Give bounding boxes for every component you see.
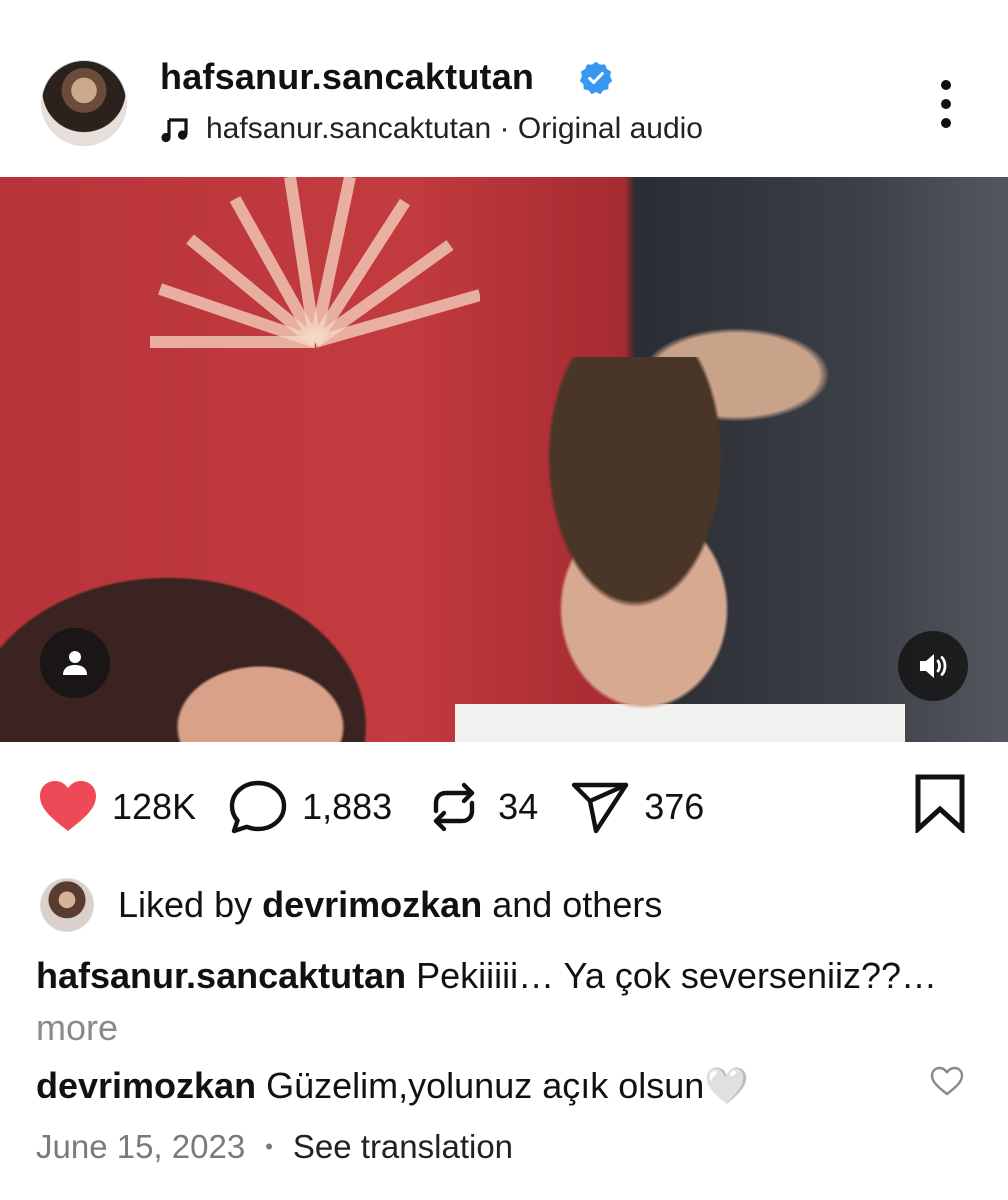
more-options-button[interactable] [930, 80, 962, 130]
more-vertical-icon [941, 80, 951, 90]
caption-text: Pekiiiii… Ya çok severseniiz??… [416, 955, 938, 996]
audio-row[interactable]: hafsanur.sancaktutan · Original audio [160, 112, 703, 146]
caption-username[interactable]: hafsanur.sancaktutan [36, 955, 406, 996]
paper-plane-icon [572, 782, 629, 834]
liked-by-prefix: Liked by [118, 884, 253, 925]
comment-text: Güzelim,yolunuz açık olsun🤍 [266, 1065, 750, 1106]
comment-like-icon[interactable] [929, 1063, 965, 1099]
tagged-users-button[interactable] [40, 628, 110, 698]
liked-by-user[interactable]: devrimozkan [262, 884, 482, 926]
repost-icon [433, 782, 475, 832]
sound-toggle-button[interactable] [898, 631, 968, 701]
post-username[interactable]: hafsanur.sancaktutan [160, 56, 534, 98]
post-meta: June 15, 2023 • See translation [36, 1128, 513, 1166]
post-caption: hafsanur.sancaktutan Pekiiiii… Ya çok se… [36, 950, 996, 1054]
person-icon [63, 651, 87, 675]
verified-badge-icon [579, 61, 613, 95]
sunburst-decoration [150, 177, 480, 348]
comments-count[interactable]: 1,883 [302, 786, 392, 828]
likes-count[interactable]: 128K [112, 786, 196, 828]
post-date: June 15, 2023 [36, 1128, 246, 1165]
liked-by-suffix[interactable]: and others [492, 884, 662, 926]
post-media-video[interactable] [0, 177, 1008, 742]
liker-avatar[interactable] [40, 878, 94, 932]
liked-by-row[interactable]: Liked by devrimozkan and others [40, 878, 662, 932]
audio-label: hafsanur.sancaktutan · Original audio [206, 112, 703, 145]
profile-avatar[interactable] [41, 60, 127, 146]
reposts-count[interactable]: 34 [498, 786, 538, 828]
comment-button[interactable]: 1,883 [226, 775, 392, 839]
caption-more-link[interactable]: more [36, 1007, 118, 1048]
video-subject-man [455, 357, 905, 742]
share-button[interactable]: 376 [568, 775, 704, 839]
comment-bubble-icon [229, 780, 287, 834]
shares-count[interactable]: 376 [644, 786, 704, 828]
see-translation-link[interactable]: See translation [293, 1128, 513, 1166]
speaker-icon [920, 654, 947, 678]
repost-button[interactable]: 34 [422, 775, 538, 839]
music-note-icon [161, 118, 188, 143]
like-button[interactable]: 128K [36, 775, 196, 839]
comment-username[interactable]: devrimozkan [36, 1065, 256, 1106]
post-actions-bar: 128K 1,883 34 376 [36, 775, 734, 839]
heart-filled-icon [40, 781, 96, 831]
meta-separator: • [265, 1134, 273, 1159]
bookmark-icon[interactable] [913, 773, 967, 833]
top-comment: devrimozkan Güzelim,yolunuz açık olsun🤍 [36, 1065, 749, 1107]
